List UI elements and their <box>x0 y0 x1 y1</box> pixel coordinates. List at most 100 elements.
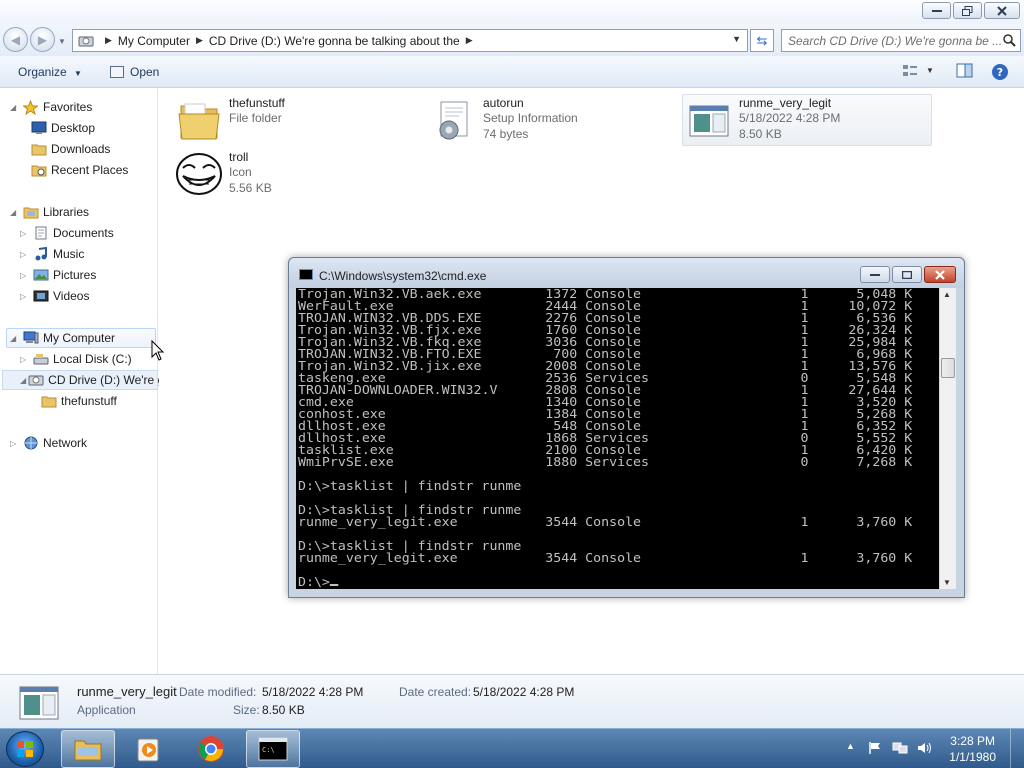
restore-button[interactable] <box>953 2 982 19</box>
nav-videos[interactable]: ▷ Videos <box>20 286 89 306</box>
scroll-thumb[interactable] <box>941 358 955 378</box>
minimize-button[interactable] <box>922 2 951 19</box>
breadcrumb-separator[interactable]: ▶ <box>196 35 203 46</box>
downloads-folder-icon <box>30 141 47 157</box>
nav-cd-drive[interactable]: ◢ CD Drive (D:) We're g <box>2 370 164 390</box>
open-button[interactable]: Open <box>110 65 159 79</box>
organize-menu[interactable]: Organize ▼ <box>18 65 82 79</box>
file-size: 8.50 KB <box>739 127 782 141</box>
breadcrumb-my-computer[interactable]: My Computer <box>118 34 190 48</box>
restore-icon <box>962 5 973 16</box>
start-button[interactable] <box>6 731 44 767</box>
help-icon: ? <box>992 64 1008 80</box>
breadcrumb-separator[interactable]: ▶ <box>105 35 112 46</box>
show-hidden-icons-button[interactable]: ▲ <box>846 741 855 751</box>
address-bar[interactable]: ▶ My Computer ▶ CD Drive (D:) We're gonn… <box>72 29 748 52</box>
size-label: Size: <box>233 703 260 717</box>
cmd-title-bar[interactable]: C:\Windows\system32\cmd.exe <box>289 258 964 288</box>
file-item[interactable]: thefunstuff File folder <box>175 96 415 148</box>
help-button[interactable]: ? <box>991 63 1009 84</box>
close-icon <box>935 269 945 280</box>
nav-recent-places-label: Recent Places <box>51 163 129 177</box>
network-tray-icon[interactable] <box>892 741 908 758</box>
breadcrumb-separator[interactable]: ▶ <box>466 35 473 46</box>
cmd-close-button[interactable] <box>924 266 956 283</box>
action-center-flag-icon[interactable] <box>868 741 882 758</box>
expand-triangle-icon[interactable]: ▷ <box>20 355 30 364</box>
date-modified-label: Date modified: <box>179 685 257 699</box>
expand-triangle-icon[interactable]: ▷ <box>20 271 30 280</box>
computer-icon <box>22 330 39 346</box>
nav-thefunstuff[interactable]: thefunstuff <box>40 391 117 411</box>
close-icon <box>997 5 1007 16</box>
change-view-button[interactable] <box>902 63 918 82</box>
details-file-name: runme_very_legit <box>77 684 177 699</box>
nav-music-label: Music <box>53 247 85 261</box>
preview-pane-button[interactable] <box>956 63 974 82</box>
windows-logo-icon <box>17 741 33 757</box>
scroll-down-arrow-icon[interactable]: ▼ <box>943 578 951 587</box>
console-output[interactable]: Trojan.Win32.VB.aek.exe 1372 Console 1 5… <box>296 288 939 589</box>
svg-text:C:\: C:\ <box>262 746 275 754</box>
console-scrollbar[interactable]: ▲ ▼ <box>939 288 956 589</box>
file-item-selected[interactable]: runme_very_legit 5/18/2022 4:28 PM 8.50 … <box>682 94 932 146</box>
address-dropdown-arrow[interactable]: ▼ <box>732 34 741 44</box>
forward-button[interactable]: ▶ <box>30 27 55 52</box>
nav-recent-places[interactable]: Recent Places <box>30 160 128 180</box>
expand-triangle-icon[interactable]: ▷ <box>10 439 20 448</box>
details-file-type: Application <box>77 703 136 717</box>
hard-drive-icon <box>32 351 49 367</box>
pictures-icon <box>32 267 49 283</box>
open-label: Open <box>130 65 160 79</box>
close-button[interactable] <box>984 2 1020 19</box>
view-options-dropdown[interactable]: ▼ <box>926 66 934 75</box>
collapse-triangle-icon[interactable]: ◢ <box>10 103 20 112</box>
nav-music[interactable]: ▷ Music <box>20 244 84 264</box>
file-item[interactable]: troll Icon 5.56 KB <box>175 150 415 202</box>
mouse-pointer-icon <box>151 340 165 361</box>
date-created-label: Date created: <box>399 685 472 699</box>
minimize-icon <box>931 9 942 12</box>
show-desktop-button[interactable] <box>1010 729 1024 768</box>
system-clock[interactable]: 3:28 PM 1/1/1980 <box>949 733 996 765</box>
scroll-up-arrow-icon[interactable]: ▲ <box>943 290 951 299</box>
nav-favorites[interactable]: ◢ Favorites <box>10 97 92 117</box>
search-input[interactable]: Search CD Drive (D:) We're gonna be ... <box>781 29 1021 52</box>
file-type: Icon <box>229 165 252 179</box>
cmd-maximize-button[interactable] <box>892 266 922 283</box>
console-cursor <box>329 584 339 586</box>
file-item[interactable]: autorun Setup Information 74 bytes <box>429 96 669 148</box>
nav-local-disk[interactable]: ▷ Local Disk (C:) <box>20 349 132 369</box>
taskbar-media-player[interactable] <box>122 730 176 768</box>
nav-documents[interactable]: ▷ Documents <box>20 223 114 243</box>
taskbar-cmd[interactable]: C:\ <box>246 730 300 768</box>
nav-pictures[interactable]: ▷ Pictures <box>20 265 96 285</box>
nav-my-computer[interactable]: ◢ My Computer <box>6 328 156 348</box>
back-button[interactable]: ◀ <box>3 27 28 52</box>
explorer-title-bar[interactable] <box>0 0 1024 24</box>
expand-triangle-icon[interactable]: ▷ <box>20 229 30 238</box>
collapse-triangle-icon[interactable]: ◢ <box>10 208 20 217</box>
nav-libraries[interactable]: ◢ Libraries <box>10 202 89 222</box>
cmd-minimize-button[interactable] <box>860 266 890 283</box>
expand-triangle-icon[interactable]: ▷ <box>20 250 30 259</box>
taskbar-chrome[interactable] <box>184 730 238 768</box>
volume-icon[interactable] <box>916 741 932 758</box>
folder-icon <box>40 393 57 409</box>
nav-desktop-label: Desktop <box>51 121 96 135</box>
collapse-triangle-icon[interactable]: ◢ <box>10 334 20 343</box>
application-icon <box>19 686 59 720</box>
nav-documents-label: Documents <box>53 226 114 240</box>
recent-places-icon <box>30 162 47 178</box>
nav-downloads[interactable]: Downloads <box>30 139 110 159</box>
expand-triangle-icon[interactable]: ▷ <box>20 292 30 301</box>
nav-desktop[interactable]: Desktop <box>30 118 95 138</box>
libraries-icon <box>22 204 39 220</box>
taskbar-explorer[interactable] <box>61 730 115 768</box>
collapse-triangle-icon[interactable]: ◢ <box>20 376 26 385</box>
recent-pages-dropdown[interactable]: ▼ <box>58 37 66 46</box>
refresh-button[interactable]: ⇆ <box>750 29 774 52</box>
organize-label: Organize <box>18 65 67 79</box>
nav-network[interactable]: ▷ Network <box>10 433 87 453</box>
breadcrumb-cd-drive[interactable]: CD Drive (D:) We're gonna be talking abo… <box>209 34 460 48</box>
